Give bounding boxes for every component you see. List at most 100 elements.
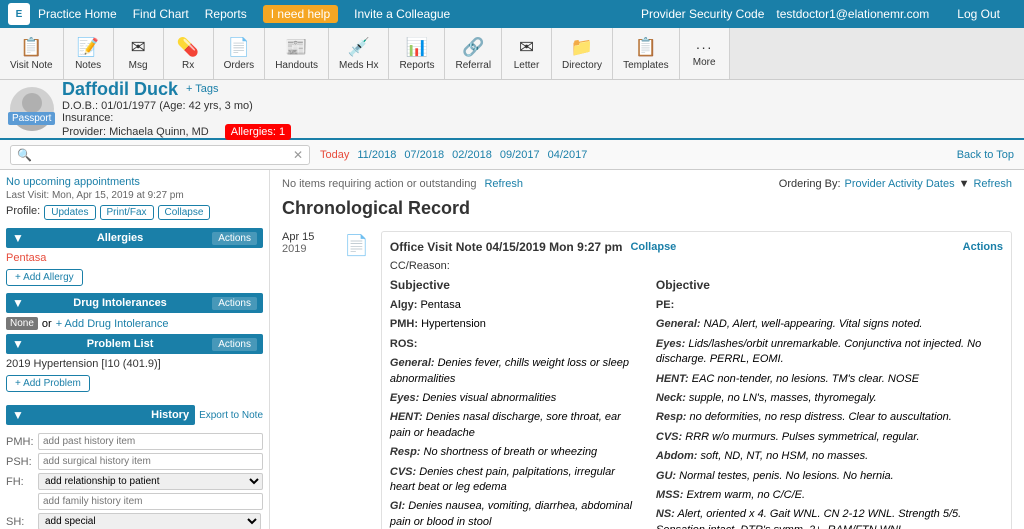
toolbar-rx[interactable]: 💊 Rx [164, 28, 214, 79]
profile-updates-btn[interactable]: Updates [44, 205, 95, 220]
visit-card: Apr 15 2019 📄 Office Visit Note 04/15/20… [282, 231, 1012, 529]
back-to-top-btn[interactable]: Back to Top [957, 149, 1014, 161]
problem-list-header: ▼ Problem List Actions [6, 334, 263, 354]
toolbar-rx-label: Rx [182, 60, 194, 71]
toolbar-notes[interactable]: 📝 Notes [64, 28, 114, 79]
toolbar-more-label: More [693, 57, 716, 68]
drug-none-badge: None [6, 317, 38, 330]
toolbar-orders-label: Orders [224, 60, 255, 71]
toolbar-reports-label: Reports [399, 60, 434, 71]
nav-invite[interactable]: Invite a Colleague [354, 7, 450, 21]
sh-special-select[interactable]: add special [38, 513, 261, 529]
timeline-date-2[interactable]: 07/2018 [404, 149, 444, 161]
export-note-btn[interactable]: Export to Note [199, 410, 263, 421]
history-fh2 [6, 493, 263, 510]
profile-printfax-btn[interactable]: Print/Fax [100, 205, 154, 220]
algy-row: Algy: Pentasa [390, 298, 640, 313]
tags-btn[interactable]: + Tags [186, 83, 219, 95]
two-col: Subjective Algy: Pentasa PMH: Hypertensi… [390, 278, 1003, 529]
toolbar-directory[interactable]: 📁 Directory [552, 28, 613, 79]
history-section-header: ▼ History [6, 405, 195, 425]
ordering-value-link[interactable]: Provider Activity Dates [845, 178, 955, 190]
history-title: History [151, 409, 189, 421]
history-header: ▼ History Export to Note [6, 401, 263, 429]
timeline-dates: Today 11/2018 07/2018 02/2018 09/2017 04… [320, 149, 587, 161]
add-allergy-btn[interactable]: + Add Allergy [6, 269, 83, 286]
toolbar-notes-label: Notes [75, 60, 101, 71]
drug-or-text: or [42, 318, 52, 330]
ordering-label: Ordering By: [779, 178, 841, 190]
timeline-date-5[interactable]: 04/2017 [548, 149, 588, 161]
top-right-links: Provider Security Code testdoctor1@elati… [641, 7, 1016, 21]
toolbar-reports[interactable]: 📊 Reports [389, 28, 445, 79]
toolbar-meds-hx[interactable]: 💉 Meds Hx [329, 28, 389, 79]
toolbar-more[interactable]: ··· More [680, 28, 730, 79]
profile-collapse-btn[interactable]: Collapse [158, 205, 211, 220]
no-items-text: No items requiring action or outstanding [282, 178, 476, 190]
letter-icon: ✉ [519, 37, 534, 58]
search-icon: 🔍 [17, 148, 32, 162]
allergies-actions-btn[interactable]: Actions [212, 232, 257, 245]
rx-icon: 💊 [177, 37, 199, 58]
toolbar-orders[interactable]: 📄 Orders [214, 28, 266, 79]
nav-need-help[interactable]: I need help [263, 5, 338, 23]
refresh-action-btn[interactable]: Refresh [484, 178, 523, 190]
profile-label: Profile: [6, 205, 40, 220]
drug-intolerances-arrow-icon: ▼ [12, 296, 24, 310]
timeline-search-input[interactable] [36, 149, 293, 161]
pmh-row: PMH: Hypertension [390, 317, 640, 332]
toolbar-letter[interactable]: ✉ Letter [502, 28, 552, 79]
toolbar-msg[interactable]: ✉ Msg [114, 28, 164, 79]
toolbar-referral-label: Referral [455, 60, 491, 71]
allergies-arrow-icon: ▼ [12, 231, 24, 245]
cc-label: CC/Reason: [390, 260, 1003, 272]
allergies-title: Allergies [97, 232, 143, 244]
fh-relationship-select[interactable]: add relationship to patient [38, 473, 263, 490]
patient-info: Daffodil Duck + Tags D.O.B.: 01/01/1977 … [62, 79, 1014, 140]
fh-input[interactable] [38, 493, 263, 510]
problem-list-actions-btn[interactable]: Actions [212, 338, 257, 351]
last-visit: Last Visit: Mon, Apr 15, 2019 at 9:27 pm [6, 190, 263, 201]
drug-row: None or + Add Drug Intolerance [6, 317, 263, 330]
add-problem-btn[interactable]: + Add Problem [6, 375, 90, 392]
timeline-search-box: 🔍 ✕ [10, 145, 310, 165]
nav-practice-home[interactable]: Practice Home [38, 7, 117, 21]
ordering-refresh-btn[interactable]: Refresh [973, 178, 1012, 190]
meds-hx-icon: 💉 [348, 37, 370, 58]
timeline-date-4[interactable]: 09/2017 [500, 149, 540, 161]
pe-cvs: CVS: RRR w/o murmurs. Pulses symmetrical… [656, 430, 1003, 445]
nav-reports[interactable]: Reports [205, 7, 247, 21]
logout-btn[interactable]: Log Out [957, 7, 1000, 21]
psh-label: PSH: [6, 456, 34, 468]
drug-intolerances-header: ▼ Drug Intolerances Actions [6, 293, 263, 313]
timeline-date-3[interactable]: 02/2018 [452, 149, 492, 161]
toolbar-visit-note[interactable]: 📋 Visit Note [0, 28, 64, 79]
allergy-badge[interactable]: Allergies: 1 [225, 124, 291, 140]
patient-dob: D.O.B.: 01/01/1977 (Age: 42 yrs, 3 mo) [62, 100, 1014, 112]
pe-label: PE: [656, 298, 1003, 313]
user-account[interactable]: testdoctor1@elationemr.com [776, 7, 929, 21]
ros-cvs: CVS: Denies chest pain, palpitations, ir… [390, 465, 640, 496]
clear-search-icon[interactable]: ✕ [293, 148, 303, 162]
nav-find-chart[interactable]: Find Chart [133, 7, 189, 21]
directory-icon: 📁 [571, 37, 593, 58]
collapse-btn[interactable]: Collapse [630, 241, 676, 253]
timeline-today[interactable]: Today [320, 149, 349, 161]
no-appointments: No upcoming appointments [6, 176, 263, 188]
toolbar-templates[interactable]: 📋 Templates [613, 28, 680, 79]
add-drug-intolerance-btn[interactable]: + Add Drug Intolerance [56, 318, 169, 330]
toolbar-handouts[interactable]: 📰 Handouts [265, 28, 329, 79]
timeline-nav: 🔍 ✕ Today 11/2018 07/2018 02/2018 09/201… [0, 140, 1024, 170]
drug-intolerances-title: Drug Intolerances [73, 297, 167, 309]
templates-icon: 📋 [635, 37, 657, 58]
toolbar-referral[interactable]: 🔗 Referral [445, 28, 502, 79]
visit-actions-link[interactable]: Actions [963, 241, 1003, 253]
timeline-date-1[interactable]: 11/2018 [357, 149, 396, 161]
psh-input[interactable] [38, 453, 263, 470]
pmh-input[interactable] [38, 433, 263, 450]
drug-intolerances-actions-btn[interactable]: Actions [212, 297, 257, 310]
pe-ns: NS: Alert, oriented x 4. Gait WNL. CN 2-… [656, 507, 1003, 529]
pe-gu: GU: Normal testes, penis. No lesions. No… [656, 469, 1003, 484]
security-code: Provider Security Code [641, 7, 764, 21]
subjective-col: Subjective Algy: Pentasa PMH: Hypertensi… [390, 278, 640, 529]
